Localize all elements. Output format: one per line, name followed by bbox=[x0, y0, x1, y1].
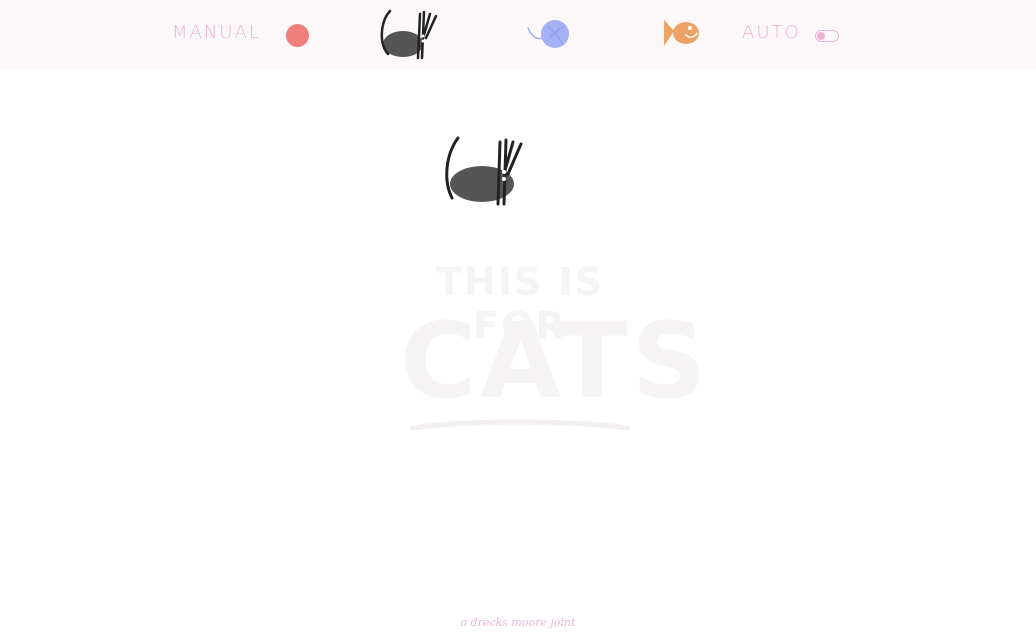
auto-toggle[interactable] bbox=[815, 30, 839, 42]
watermark: THIS IS FOR CATS bbox=[400, 250, 711, 450]
manual-mode-button[interactable]: MANUAL bbox=[172, 22, 261, 43]
top-bar: MANUAL AUTO bbox=[0, 0, 1036, 70]
toggle-knob bbox=[817, 32, 825, 40]
red-dot-icon[interactable] bbox=[286, 24, 309, 47]
yarn-ball-icon[interactable] bbox=[525, 18, 571, 50]
cat-icon[interactable] bbox=[438, 134, 528, 208]
cat-icon[interactable] bbox=[376, 8, 442, 62]
watermark-underline bbox=[409, 419, 631, 431]
fish-icon[interactable] bbox=[662, 18, 700, 48]
watermark-line2: CATS bbox=[400, 300, 711, 422]
auto-mode-label: AUTO bbox=[742, 22, 801, 43]
footer-credit[interactable]: a drecks moore joint bbox=[0, 616, 1036, 629]
